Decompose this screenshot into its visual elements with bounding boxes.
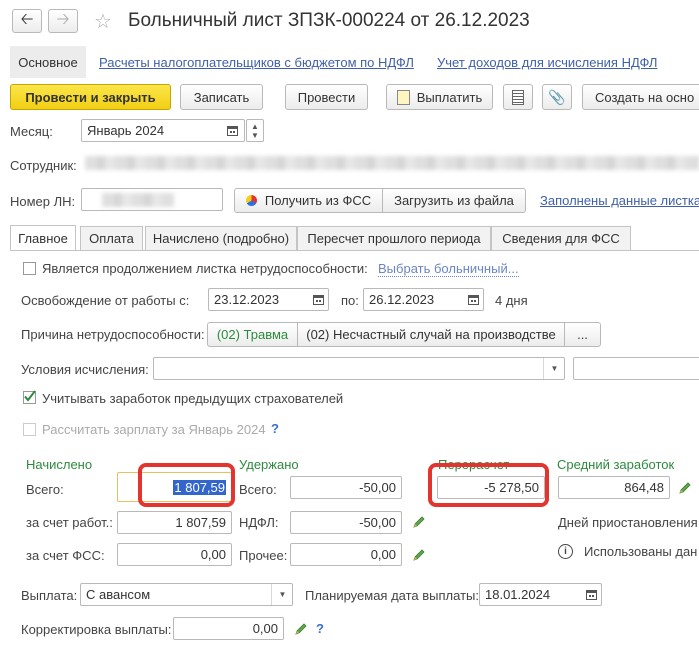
edit-correction-pencil-icon[interactable] <box>294 622 308 636</box>
suspension-days-label: Дней приостановления <box>558 515 698 530</box>
continuation-label: Является продолжением листка нетрудоспос… <box>42 261 368 276</box>
release-label: Освобождение от работы с: <box>21 293 190 308</box>
tab-accrued-detail[interactable]: Начислено (подробно) <box>145 226 297 250</box>
calendar-icon[interactable] <box>222 120 242 141</box>
tab-payment[interactable]: Оплата <box>80 226 143 250</box>
edit-avg-pencil-icon[interactable] <box>678 481 692 495</box>
nav-link-ndfl-income[interactable]: Учет доходов для исчисления НДФЛ <box>437 55 657 70</box>
report-button[interactable] <box>503 84 533 110</box>
edit-ndfl-pencil-icon[interactable] <box>412 515 426 529</box>
correction-label: Корректировка выплаты: <box>21 622 172 637</box>
cause-label: Причина нетрудоспособности: <box>21 327 205 342</box>
arrow-left-icon: 🡠 <box>20 10 34 28</box>
payout-label: Выплата: <box>21 588 78 603</box>
employee-label: Сотрудник: <box>10 158 77 173</box>
withheld-total-label: Всего: <box>239 482 277 497</box>
continuation-checkbox[interactable] <box>23 262 36 275</box>
back-button[interactable]: 🡠 <box>12 9 42 33</box>
nav-link-ndfl-budget[interactable]: Расчеты налогоплательщиков с бюджетом по… <box>99 55 414 70</box>
planned-date-calendar-icon[interactable] <box>581 584 601 605</box>
payout-dropdown-icon[interactable]: ▼ <box>271 584 293 605</box>
withheld-other-input[interactable]: 0,00 <box>290 543 402 566</box>
month-label: Месяц: <box>10 124 53 139</box>
save-button[interactable]: Записать <box>180 84 263 110</box>
checkmark-icon <box>24 390 36 402</box>
correction-help-icon[interactable]: ? <box>316 621 324 636</box>
used-data-label: Использованы дан <box>584 544 698 559</box>
window-title: Больничный лист ЗПЗК-000224 от 26.12.202… <box>128 10 530 31</box>
tab-main[interactable]: Главное <box>10 225 76 251</box>
conditions-extra-input[interactable] <box>573 357 699 380</box>
withheld-header: Удержано <box>239 457 299 472</box>
spinner-up-icon: ▲ <box>251 121 259 131</box>
tab-recalc-previous[interactable]: Пересчет прошлого периода <box>297 226 491 250</box>
spinner-down-icon: ▼ <box>251 130 259 140</box>
info-icon[interactable]: i <box>558 544 573 559</box>
prev-insurers-label: Учитывать заработок предыдущих страховат… <box>42 391 344 406</box>
month-spinner[interactable]: ▲ ▼ <box>246 119 264 142</box>
days-count: 4 дня <box>495 293 528 308</box>
prev-insurers-checkbox[interactable] <box>23 390 36 404</box>
create-based-on-button[interactable]: Создать на осно <box>582 84 699 110</box>
accrued-fss-input[interactable]: 0,00 <box>117 543 232 566</box>
correction-input[interactable]: 0,00 <box>173 617 284 640</box>
ln-number-redacted <box>102 193 174 207</box>
accrued-total-label: Всего: <box>26 482 64 497</box>
conditions-label: Условия исчисления: <box>21 362 149 377</box>
post-and-close-button[interactable]: Провести и закрыть <box>10 84 171 110</box>
choose-sick-leave-link[interactable]: Выбрать больничный... <box>378 262 519 277</box>
load-from-file-button[interactable]: Загрузить из файла <box>382 188 526 213</box>
tab-fss-info[interactable]: Сведения для ФСС <box>491 226 631 250</box>
pay-button[interactable]: Выплатить <box>386 84 493 110</box>
cause-code-button[interactable]: (02) Травма <box>207 322 298 347</box>
cause-desc-button[interactable]: (02) Несчастный случай на производстве <box>297 322 565 347</box>
avg-input[interactable]: 864,48 <box>558 476 670 499</box>
payout-select[interactable]: С авансом <box>80 583 293 606</box>
accrued-employer-input[interactable]: 1 807,59 <box>117 511 232 534</box>
to-label: по: <box>341 293 359 308</box>
cause-select-button[interactable]: ... <box>564 322 601 347</box>
accrued-header: Начислено <box>26 457 93 472</box>
post-button[interactable]: Провести <box>285 84 368 110</box>
accrued-employer-label: за счет работ.: <box>26 515 113 530</box>
month-input[interactable]: Январь 2024 <box>81 119 245 142</box>
forward-button[interactable]: 🡢 <box>48 9 78 33</box>
paperclip-icon: 📎 <box>548 88 566 105</box>
calendar-to-icon[interactable] <box>463 289 483 310</box>
ndfl-label: НДФЛ: <box>239 515 279 530</box>
avg-header: Средний заработок <box>557 457 675 472</box>
withheld-total-input[interactable]: -50,00 <box>290 476 402 499</box>
tab-divider <box>10 250 699 251</box>
conditions-input[interactable] <box>153 357 565 380</box>
edit-other-pencil-icon[interactable] <box>412 548 426 562</box>
ln-number-input[interactable] <box>81 188 223 211</box>
filled-data-link[interactable]: Заполнены данные листка <box>540 193 699 208</box>
ln-number-label: Номер ЛН: <box>10 194 76 209</box>
conditions-dropdown-icon[interactable]: ▼ <box>543 358 565 379</box>
employee-redacted <box>85 156 699 170</box>
withheld-ndfl-input[interactable]: -50,00 <box>290 511 402 534</box>
calc-salary-checkbox[interactable] <box>23 423 36 436</box>
other-label: Прочее: <box>239 548 288 563</box>
calc-salary-help-icon[interactable]: ? <box>271 421 279 436</box>
attach-button[interactable]: 📎 <box>542 84 572 110</box>
calendar-from-icon[interactable] <box>308 289 328 310</box>
document-icon <box>396 89 410 105</box>
accrued-fss-label: за счет ФСС: <box>26 548 105 563</box>
favorite-star-icon[interactable]: ☆ <box>94 9 112 34</box>
planned-date-label: Планируемая дата выплаты: <box>305 588 479 603</box>
get-from-fss-button[interactable]: Получить из ФСС <box>234 188 383 213</box>
report-icon <box>512 89 524 105</box>
accrued-highlight-box <box>138 463 235 507</box>
nav-main[interactable]: Основное <box>10 46 86 78</box>
arrow-right-icon: 🡢 <box>56 10 70 28</box>
fss-logo-icon <box>245 195 257 206</box>
calc-salary-label: Рассчитать зарплату за Январь 2024 <box>42 422 266 437</box>
recalc-highlight-box <box>428 463 549 507</box>
